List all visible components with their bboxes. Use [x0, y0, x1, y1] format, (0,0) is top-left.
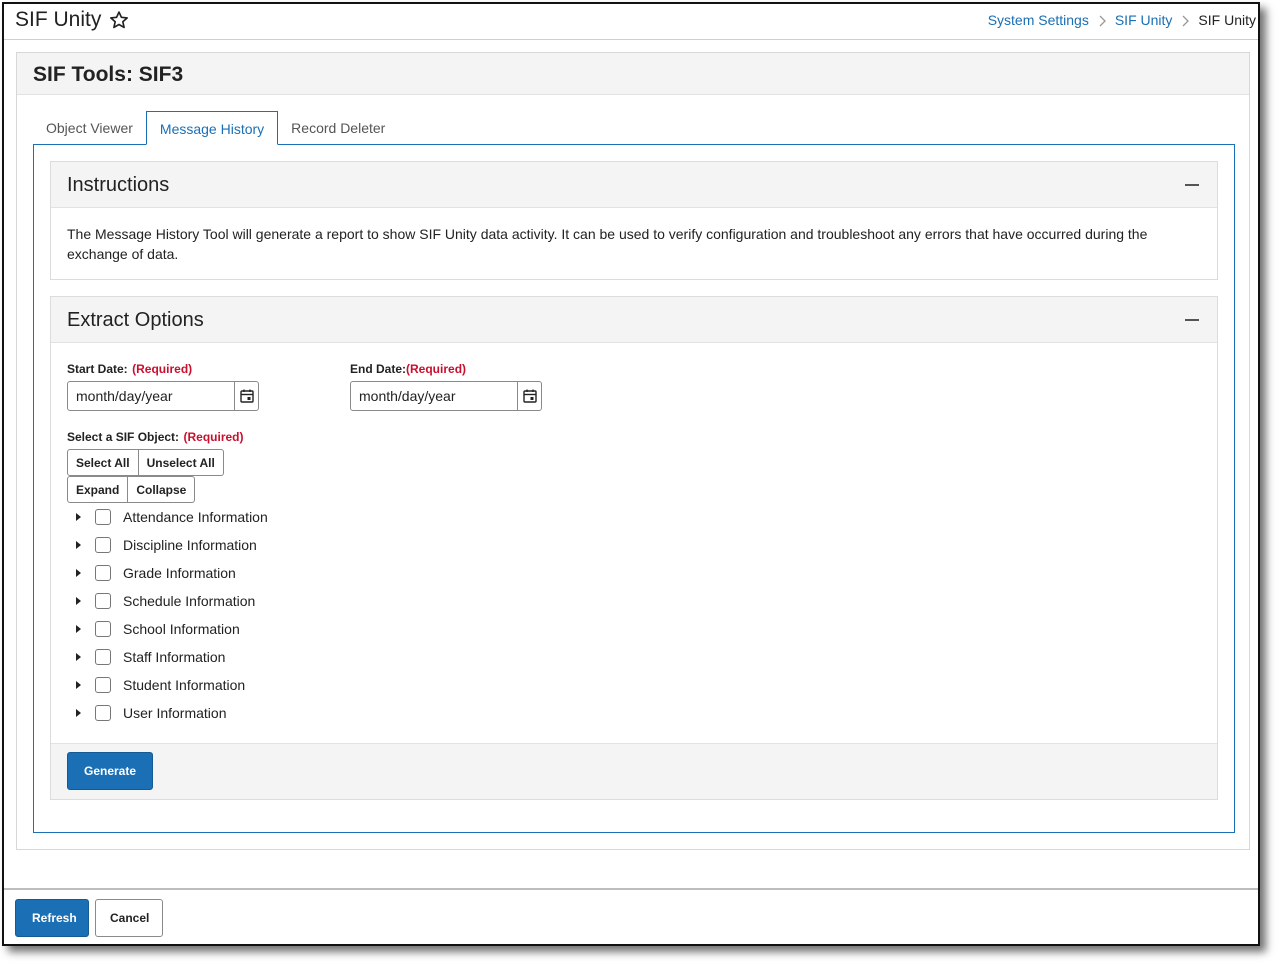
instructions-card: Instructions The Message History Tool wi… — [50, 161, 1218, 280]
tree-item-label: School Information — [123, 621, 240, 637]
checkbox[interactable] — [95, 677, 111, 693]
tree-item-school: School Information — [67, 615, 268, 643]
breadcrumb-current: SIF Unity — [1198, 12, 1256, 28]
caret-right-icon[interactable] — [76, 541, 81, 549]
start-date-field — [67, 381, 259, 411]
required-indicator: (Required) — [406, 362, 467, 376]
checkbox[interactable] — [95, 537, 111, 553]
required-indicator: (Required) — [132, 362, 193, 376]
caret-right-icon[interactable] — [76, 653, 81, 661]
calendar-icon[interactable] — [517, 382, 541, 410]
checkbox[interactable] — [95, 593, 111, 609]
extract-options-card: Extract Options Start Date: (Required) m… — [50, 296, 1218, 800]
select-all-button[interactable]: Select All — [67, 449, 139, 476]
start-date-label: Start Date: (Required) — [67, 362, 193, 376]
chevron-right-icon — [1180, 14, 1190, 27]
page-title: SIF Tools: SIF3 — [33, 63, 184, 86]
caret-right-icon[interactable] — [76, 513, 81, 521]
instructions-body: The Message History Tool will generate a… — [51, 208, 1217, 280]
tree-item-schedule: Schedule Information — [67, 587, 268, 615]
breadcrumb: System Settings SIF Unity SIF Unity — [988, 12, 1256, 28]
app-window: SIF Unity System Settings SIF Unity SIF … — [2, 2, 1260, 946]
bottom-action-bar: Refresh Cancel — [4, 888, 1258, 946]
collapse-minus-icon[interactable] — [1185, 184, 1199, 186]
instructions-text: The Message History Tool will generate a… — [67, 226, 1148, 262]
caret-right-icon[interactable] — [76, 597, 81, 605]
select-button-group: Select All Unselect All — [67, 449, 224, 476]
extract-options-title: Extract Options — [67, 309, 204, 331]
tree-item-discipline: Discipline Information — [67, 531, 268, 559]
checkbox[interactable] — [95, 705, 111, 721]
panel-header: SIF Tools: SIF3 — [17, 53, 1249, 95]
instructions-title: Instructions — [67, 174, 170, 196]
instructions-header[interactable]: Instructions — [51, 162, 1217, 208]
start-date-input[interactable] — [68, 382, 234, 410]
checkbox[interactable] — [95, 649, 111, 665]
caret-right-icon[interactable] — [76, 709, 81, 717]
expand-button-group: Expand Collapse — [67, 476, 196, 503]
collapse-minus-icon[interactable] — [1185, 319, 1199, 321]
tree-item-label: Grade Information — [123, 565, 236, 581]
checkbox[interactable] — [95, 621, 111, 637]
expand-button[interactable]: Expand — [67, 476, 129, 503]
sif-object-label: Select a SIF Object: (Required) — [67, 430, 244, 444]
collapse-button[interactable]: Collapse — [128, 476, 196, 503]
generate-button[interactable]: Generate — [67, 752, 154, 790]
tree-item-grade: Grade Information — [67, 559, 268, 587]
caret-right-icon[interactable] — [76, 625, 81, 633]
chevron-right-icon — [1097, 14, 1107, 27]
sif-tools-panel: SIF Tools: SIF3 Object Viewer Message Hi… — [16, 52, 1250, 850]
refresh-button[interactable]: Refresh — [15, 899, 89, 937]
extract-options-footer: Generate — [51, 743, 1217, 799]
tree-item-label: Attendance Information — [123, 509, 268, 525]
tree-item-label: User Information — [123, 705, 227, 721]
checkbox[interactable] — [95, 565, 111, 581]
end-date-field — [350, 381, 542, 411]
star-outline-icon[interactable] — [109, 10, 129, 30]
tab-content-message-history: Instructions The Message History Tool wi… — [33, 144, 1235, 833]
extract-options-header[interactable]: Extract Options — [51, 297, 1217, 343]
tree-item-label: Staff Information — [123, 649, 226, 665]
tab-bar: Object Viewer Message History Record Del… — [33, 111, 398, 145]
breadcrumb-system-settings[interactable]: System Settings — [988, 12, 1089, 28]
tree-item-user: User Information — [67, 699, 268, 727]
sif-object-tree: Attendance Information Discipline Inform… — [67, 503, 268, 727]
tab-message-history[interactable]: Message History — [145, 111, 279, 145]
end-date-label: End Date:(Required) — [350, 362, 467, 376]
caret-right-icon[interactable] — [76, 569, 81, 577]
tree-item-attendance: Attendance Information — [67, 503, 268, 531]
tree-item-label: Discipline Information — [123, 537, 257, 553]
bottom-edge — [4, 945, 1258, 946]
end-date-input[interactable] — [351, 382, 517, 410]
unselect-all-button[interactable]: Unselect All — [138, 449, 224, 476]
required-indicator: (Required) — [183, 430, 244, 444]
tree-item-label: Student Information — [123, 677, 246, 693]
tab-record-deleter[interactable]: Record Deleter — [278, 111, 398, 145]
breadcrumb-sif-unity[interactable]: SIF Unity — [1115, 12, 1173, 28]
caret-right-icon[interactable] — [76, 681, 81, 689]
app-title: SIF Unity — [15, 8, 129, 32]
tree-item-student: Student Information — [67, 671, 268, 699]
top-header: SIF Unity System Settings SIF Unity SIF … — [4, 4, 1258, 40]
tree-item-staff: Staff Information — [67, 643, 268, 671]
tab-object-viewer[interactable]: Object Viewer — [33, 111, 146, 145]
checkbox[interactable] — [95, 509, 111, 525]
cancel-button[interactable]: Cancel — [95, 899, 163, 937]
tree-item-label: Schedule Information — [123, 593, 256, 609]
app-title-text: SIF Unity — [15, 8, 102, 31]
calendar-icon[interactable] — [234, 382, 258, 410]
